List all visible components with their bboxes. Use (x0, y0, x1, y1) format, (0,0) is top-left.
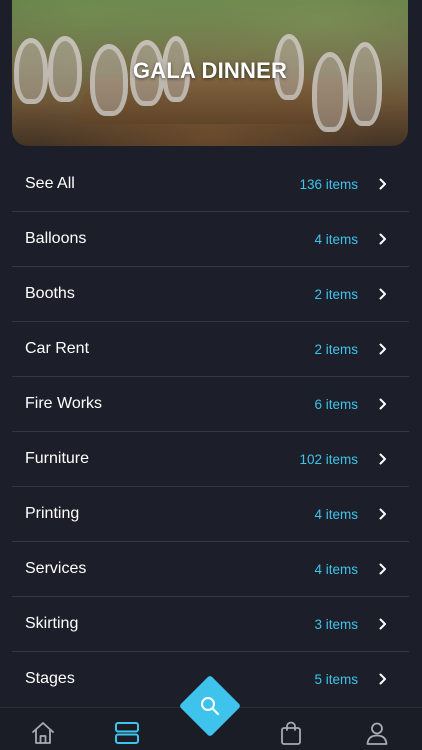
search-icon (201, 697, 220, 716)
category-label: Stages (25, 670, 75, 687)
chevron-right-icon (379, 343, 386, 355)
chevron-right-icon (379, 673, 386, 685)
shopping-bag-icon[interactable] (278, 720, 304, 746)
category-row-fire-works[interactable]: Fire Works 6 items (12, 377, 409, 432)
category-count: 6 items (314, 397, 358, 412)
category-row-booths[interactable]: Booths 2 items (12, 267, 409, 322)
category-label: Skirting (25, 615, 79, 632)
category-label: Furniture (25, 450, 90, 467)
search-button[interactable] (178, 674, 242, 738)
home-icon[interactable] (30, 720, 56, 746)
category-label: Car Rent (25, 340, 90, 357)
chevron-right-icon (379, 398, 386, 410)
category-count: 2 items (314, 287, 358, 302)
category-row-car-rent[interactable]: Car Rent 2 items (12, 322, 409, 377)
chevron-right-icon (379, 508, 386, 520)
category-row-see-all[interactable]: See All 136 items (12, 157, 409, 212)
category-count: 102 items (299, 452, 358, 467)
category-count: 4 items (314, 562, 358, 577)
category-label: Services (25, 560, 87, 577)
category-count: 2 items (314, 342, 358, 357)
chevron-right-icon (379, 563, 386, 575)
category-count: 3 items (314, 617, 358, 632)
category-row-skirting[interactable]: Skirting 3 items (12, 597, 409, 652)
page-title: GALA DINNER (132, 58, 288, 83)
category-label: Booths (25, 285, 75, 302)
chevron-right-icon (379, 288, 386, 300)
categories-icon[interactable] (114, 720, 140, 746)
profile-icon[interactable] (364, 720, 390, 746)
category-label: See All (25, 175, 75, 192)
category-row-services[interactable]: Services 4 items (12, 542, 409, 597)
app-screen: GALA DINNER See All 136 items Balloons 4… (0, 0, 422, 750)
category-count: 4 items (314, 507, 358, 522)
category-count: 5 items (314, 672, 358, 687)
chevron-right-icon (379, 453, 386, 465)
chevron-right-icon (379, 233, 386, 245)
chevron-right-icon (379, 618, 386, 630)
category-row-printing[interactable]: Printing 4 items (12, 487, 409, 542)
category-row-balloons[interactable]: Balloons 4 items (12, 212, 409, 267)
category-row-furniture[interactable]: Furniture 102 items (12, 432, 409, 487)
category-count: 4 items (314, 232, 358, 247)
category-banner: GALA DINNER (12, 0, 408, 146)
category-label: Balloons (25, 230, 87, 247)
category-label: Printing (25, 505, 80, 522)
category-label: Fire Works (25, 395, 103, 412)
category-list: See All 136 items Balloons 4 items Booth… (12, 157, 409, 707)
category-count: 136 items (299, 177, 358, 192)
chevron-right-icon (379, 178, 386, 190)
